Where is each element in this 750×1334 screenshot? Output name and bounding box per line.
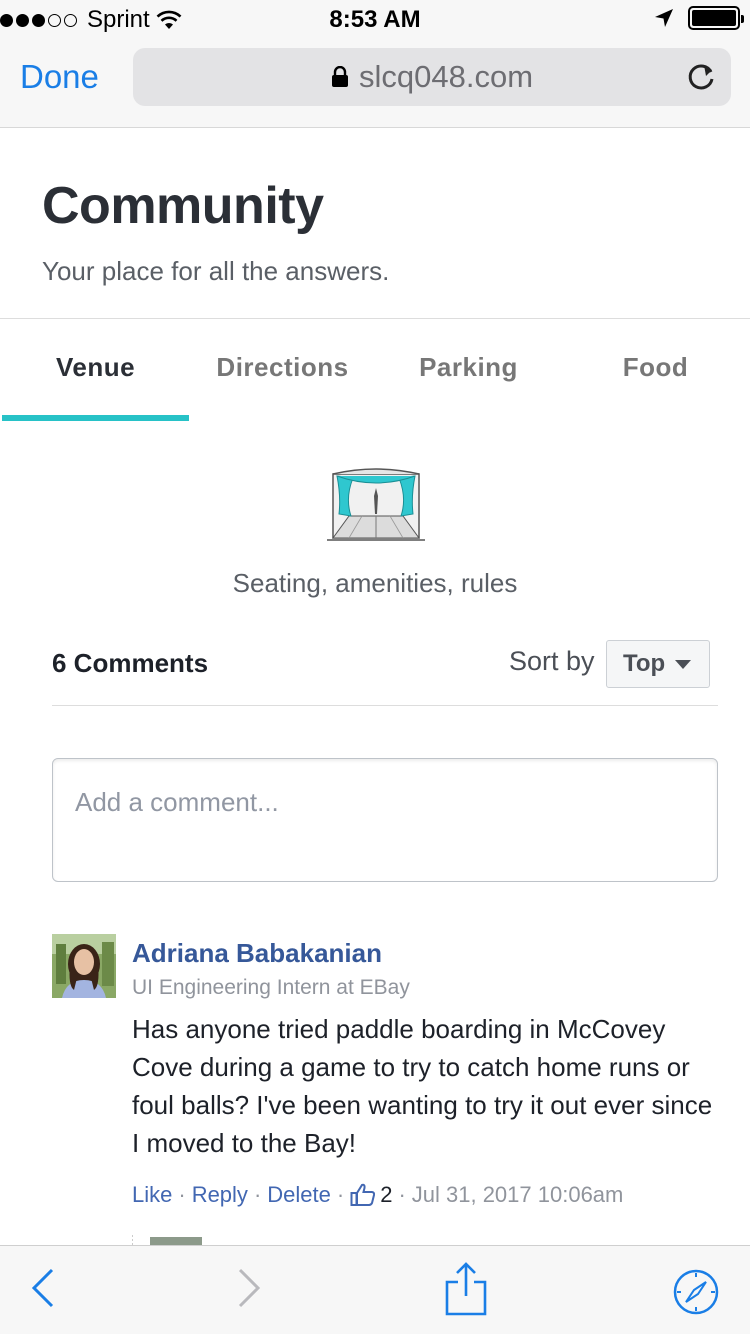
url-text: slcq048.com — [358, 59, 534, 94]
active-tab-indicator — [2, 415, 189, 421]
tab-food[interactable]: Food — [562, 352, 749, 383]
back-arrow-icon[interactable] — [30, 1266, 56, 1310]
avatar[interactable] — [52, 934, 116, 998]
forward-arrow-icon[interactable] — [236, 1266, 262, 1310]
separator: · — [398, 1182, 406, 1207]
separator: · — [336, 1182, 345, 1207]
battery-fill — [692, 10, 736, 26]
like-link[interactable]: Like — [132, 1182, 172, 1208]
separator: · — [178, 1182, 186, 1207]
compass-icon[interactable] — [672, 1268, 720, 1316]
page-title: Community — [42, 177, 324, 235]
venue-caption: Seating, amenities, rules — [232, 568, 518, 598]
like-count: 2 — [380, 1182, 393, 1207]
separator: · — [253, 1182, 262, 1207]
reply-link[interactable]: Reply — [192, 1182, 248, 1208]
comments-count: 6 Comments — [52, 648, 209, 678]
reload-icon[interactable] — [687, 60, 717, 92]
delete-link[interactable]: Delete — [267, 1182, 331, 1208]
browser-bar: Done slcq048.com — [0, 40, 750, 128]
comment-body: Has anyone tried paddle boarding in McCo… — [132, 1014, 713, 1158]
tab-parking[interactable]: Parking — [375, 352, 562, 383]
sort-label: Sort by — [509, 646, 595, 676]
comment-author[interactable]: Adriana Babakanian — [132, 938, 382, 969]
battery-icon — [688, 6, 744, 30]
avatar-image — [52, 934, 116, 998]
tab-bar: Venue Directions Parking Food — [0, 320, 750, 422]
status-time: 8:53 AM — [329, 6, 421, 33]
share-icon[interactable] — [444, 1260, 488, 1316]
screen: Sprint 8:53 AM Done slcq048.com Communit… — [0, 0, 750, 1334]
location-arrow-icon — [655, 9, 673, 27]
page-header: Community Your place for all the answers… — [0, 128, 750, 319]
comment-input[interactable] — [75, 787, 675, 818]
done-button[interactable]: Done — [20, 58, 99, 96]
tab-directions[interactable]: Directions — [189, 352, 376, 383]
comment-actions: Like · Reply · Delete · 2 · Jul 31, 2017… — [132, 1182, 623, 1208]
url-inner: slcq048.com — [133, 48, 731, 106]
comment-author-role: UI Engineering Intern at EBay — [132, 976, 410, 999]
page-subtitle: Your place for all the answers. — [42, 256, 390, 286]
url-bar[interactable]: slcq048.com — [133, 48, 731, 106]
caret-down-icon — [675, 659, 692, 669]
sort-value: Top — [623, 650, 666, 677]
comment-input-box[interactable] — [52, 758, 718, 882]
tab-venue[interactable]: Venue — [2, 352, 189, 383]
status-bar: Sprint 8:53 AM — [0, 0, 750, 40]
stage-curtain-icon — [327, 468, 425, 541]
sort-dropdown[interactable]: Top — [606, 640, 710, 688]
comment-timestamp: Jul 31, 2017 10:06am — [411, 1182, 624, 1207]
status-right — [654, 6, 744, 30]
lock-icon — [331, 66, 348, 87]
comments-header: 6 Comments Sort by Top — [52, 640, 718, 706]
bottom-toolbar — [0, 1245, 750, 1334]
thumbs-up-icon — [350, 1183, 376, 1206]
